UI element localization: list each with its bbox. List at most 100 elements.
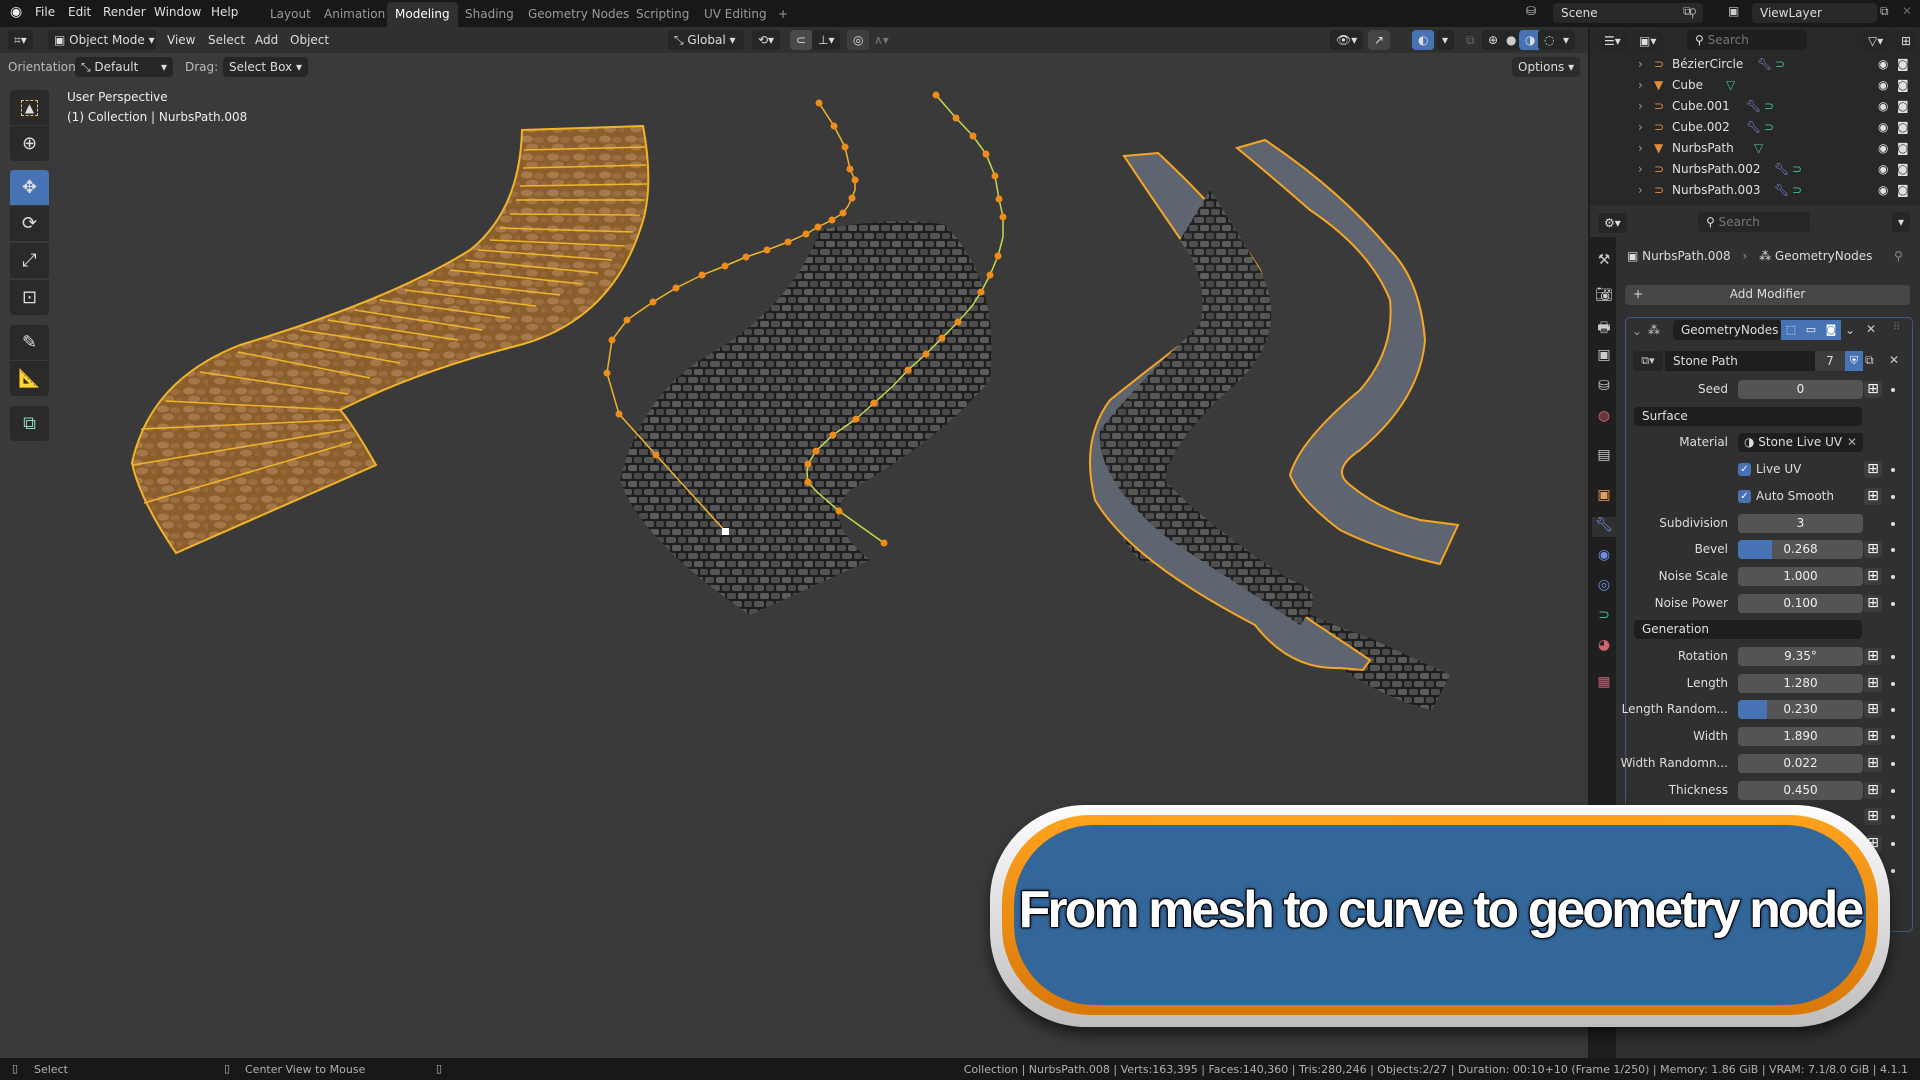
expand-arrow-icon[interactable]: › [1638,141,1643,155]
world-tab-icon[interactable]: ◍ [1594,408,1614,428]
length-random-field[interactable]: 0.230 [1738,700,1863,720]
hidden-attribute-toggle-icon[interactable]: ⊞ [1864,808,1882,826]
proportional-editing-toggle[interactable]: ◎ [847,30,870,50]
width-randomn-keyframe-dot[interactable] [1891,761,1895,766]
render-camera-icon[interactable]: ◙ [1897,162,1909,176]
overlays-dropdown[interactable]: ▾ [1436,30,1455,50]
curve-data-icon[interactable]: ⊃ [1792,162,1802,176]
curve-data-icon[interactable]: ⊃ [1764,99,1774,113]
seed-attribute-toggle-icon[interactable]: ⊞ [1864,381,1882,398]
width-field[interactable]: 1.890 [1738,727,1863,747]
outliner-item[interactable]: › ▼ NurbsPath ▽ ◉ ◙ [1590,138,1920,159]
output-tab-icon[interactable]: 🖶︎ [1594,317,1614,337]
thickness-keyframe-dot[interactable] [1891,788,1895,793]
tab-geometry-nodes[interactable]: Geometry Nodes [520,2,637,27]
menu-object[interactable]: Object [290,33,329,47]
modifier-wrench-icon[interactable]: 🔧︎ [1746,99,1761,113]
modifier-dropdown-icon[interactable]: ⌄ [1845,323,1855,337]
menu-render[interactable]: Render [103,5,146,19]
noise-power-keyframe-dot[interactable] [1891,601,1895,606]
duplicate-icon[interactable]: ⧉ [1865,353,1874,368]
render-camera-icon[interactable]: ◙ [1897,57,1909,71]
snap-toggle[interactable]: ⊂ [790,30,813,50]
auto-smooth-checkbox[interactable]: ✓ [1738,489,1751,503]
properties-options-dropdown[interactable]: ▾ [1892,212,1911,232]
bevel-attribute-toggle-icon[interactable]: ⊞ [1864,541,1882,559]
rotation-attribute-toggle-icon[interactable]: ⊞ [1864,648,1882,665]
fake-user-shield-icon[interactable]: ⛨ [1845,351,1863,371]
modifier-wrench-icon[interactable]: 🔧︎ [1774,183,1789,197]
add-workspace-button[interactable]: + [770,2,796,27]
subdivision-keyframe-dot[interactable] [1891,521,1895,526]
render-camera-icon[interactable]: ◙ [1897,99,1909,113]
shading-dropdown[interactable]: ▾ [1557,30,1576,50]
modifier-wrench-icon[interactable]: 🔧︎ [1746,120,1761,134]
render-camera-icon[interactable]: ◙ [1897,141,1909,155]
outliner-item[interactable]: › ▼ Cube ▽ ◉ ◙ [1590,75,1920,96]
curve-data-icon[interactable]: ⊃ [1792,183,1802,197]
menu-window[interactable]: Window [154,5,201,19]
tab-shading[interactable]: Shading [457,2,522,27]
length-random-attribute-toggle-icon[interactable]: ⊞ [1864,701,1882,719]
outliner-search-input[interactable]: ⚲ Search [1687,30,1807,50]
menu-select[interactable]: Select [208,33,245,47]
length-keyframe-dot[interactable] [1891,681,1895,686]
visibility-eye-icon[interactable]: ◉ [1878,99,1888,113]
seed-field[interactable]: 0 [1738,380,1863,399]
add-modifier-button[interactable]: + Add Modifier [1625,285,1910,305]
gizmo-toggle[interactable]: ↗ [1368,30,1391,50]
expand-arrow-icon[interactable]: › [1638,120,1643,134]
hidden-keyframe-dot[interactable] [1891,868,1895,873]
section-header-surface[interactable]: Surface [1634,406,1862,426]
modifier-wrench-icon[interactable]: 🔧︎ [1774,162,1789,176]
pivot-point-button[interactable]: ⟲▾ [752,30,781,50]
outliner-item[interactable]: › ⊃ NurbsPath.003 🔧︎ ⊃ ◉ ◙ [1590,180,1920,201]
falloff-button[interactable]: ∧▾ [868,30,895,50]
noise-scale-keyframe-dot[interactable] [1891,574,1895,579]
drag-selector[interactable]: Select Box ▾ [223,57,308,77]
expand-arrow-icon[interactable]: › [1638,162,1643,176]
visibility-eye-icon[interactable]: ◉ [1878,141,1888,155]
render-camera-icon[interactable]: ◙ [1897,78,1909,92]
auto-smooth-attribute-toggle-icon[interactable]: ⊞ [1864,487,1882,505]
modifier-wrench-icon[interactable]: 🔧︎ [1757,57,1772,71]
node-group-name-field[interactable]: Stone Path [1665,351,1815,371]
subdivision-field[interactable]: 3 [1738,513,1863,533]
visibility-eye-icon[interactable]: ◉ [1878,78,1888,92]
user-count[interactable]: 7 [1815,351,1845,371]
render-camera-icon[interactable]: ◙ [1897,183,1909,197]
thickness-attribute-toggle-icon[interactable]: ⊞ [1864,781,1882,799]
render-tab-icon[interactable]: 📷︎ [1594,287,1614,307]
editor-type-button[interactable]: ⌗▾ [8,30,33,50]
width-attribute-toggle-icon[interactable]: ⊞ [1864,728,1882,746]
menu-help[interactable]: Help [211,5,238,19]
drag-handle-icon[interactable]: ⠿ [1893,322,1900,333]
noise-scale-attribute-toggle-icon[interactable]: ⊞ [1864,567,1882,585]
live-uv-attribute-toggle-icon[interactable]: ⊞ [1864,461,1882,479]
mesh-data-icon[interactable]: ▽ [1754,141,1763,155]
noise-power-field[interactable]: 0.100 [1738,593,1863,613]
xray-toggle[interactable]: ⧉ [1460,30,1481,50]
tool-tab-icon[interactable]: ⚒ [1594,252,1614,272]
collection-tab-icon[interactable]: ▤ [1594,447,1614,467]
rotation-keyframe-dot[interactable] [1891,655,1895,659]
expand-arrow-icon[interactable]: › [1638,183,1643,197]
rotation-field[interactable]: 9.35° [1738,647,1863,666]
menu-view[interactable]: View [167,33,195,47]
section-header-generation[interactable]: Generation [1634,620,1862,640]
properties-editor-type-button[interactable]: ⚙▾ [1598,213,1627,233]
overlays-toggle[interactable]: ◐ [1412,30,1435,50]
visibility-eye-icon[interactable]: ◉ [1878,120,1888,134]
seed-keyframe-dot[interactable] [1891,388,1895,392]
outliner-item[interactable]: › ⊃ NurbsPath.002 🔧︎ ⊃ ◉ ◙ [1590,159,1920,180]
expand-arrow-icon[interactable]: › [1638,78,1643,92]
visibility-eye-icon[interactable]: ◉ [1878,57,1888,71]
view-layer-icon[interactable]: ▣ [1728,4,1739,18]
visibility-eye-icon[interactable]: ◉ [1878,183,1888,197]
mode-selector[interactable]: ▣ Object Mode ▾ [48,30,156,50]
hidden-keyframe-dot[interactable] [1891,841,1895,846]
scene-icon[interactable]: ⛁ [1526,4,1536,18]
outliner-item[interactable]: › ⊃ Cube.002 🔧︎ ⊃ ◉ ◙ [1590,117,1920,138]
snap-target-button[interactable]: ⊥▾ [812,30,841,50]
outliner-editor-type-button[interactable]: ☰▾ [1598,31,1627,51]
